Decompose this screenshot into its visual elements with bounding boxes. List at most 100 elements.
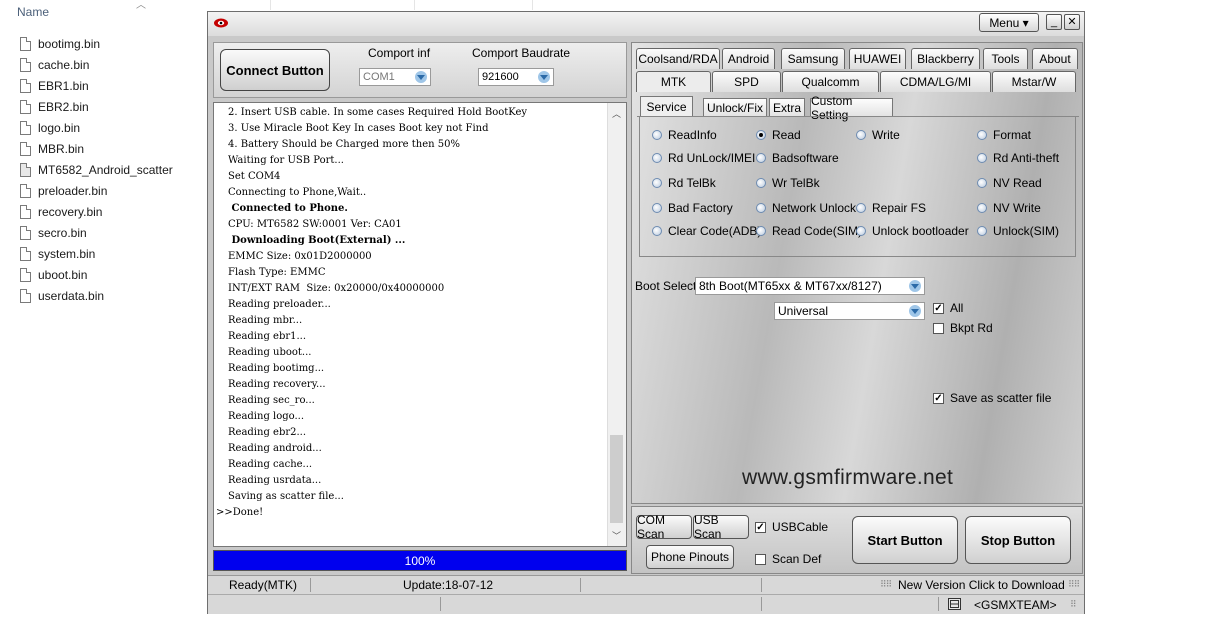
file-list-item[interactable]: EBR1.bin [20, 75, 173, 96]
column-name-header[interactable]: Name [17, 5, 49, 19]
option-label: ReadInfo [668, 128, 717, 142]
start-button[interactable]: Start Button [852, 516, 958, 564]
menu-button[interactable]: Menu ▾ [979, 13, 1039, 32]
save-as-scatter-checkbox[interactable]: ✓ Save as scatter file [933, 391, 1051, 405]
scroll-up-icon[interactable]: ︿ [612, 107, 621, 120]
file-name: secro.bin [38, 225, 87, 240]
dropdown-arrow-icon [909, 280, 921, 292]
column-divider[interactable] [532, 0, 533, 10]
option-rd-anti-theft[interactable]: Rd Anti-theft [977, 151, 1059, 165]
option-repair-fs[interactable]: Repair FS [856, 201, 926, 215]
tab-blackberry[interactable]: Blackberry [911, 48, 980, 69]
option-read-code-sim[interactable]: Read Code(SIM) [756, 224, 862, 238]
log-scrollbar[interactable]: ︿ ﹀ [607, 103, 626, 546]
log-line: Flash Type: EMMC [228, 267, 326, 278]
tab-qualcomm[interactable]: Qualcomm [782, 71, 879, 92]
option-read[interactable]: Read [756, 128, 801, 142]
subtab-unlock-fix[interactable]: Unlock/Fix [703, 98, 767, 116]
new-version-link[interactable]: New Version Click to Download [898, 578, 1065, 592]
subtab-service[interactable]: Service [640, 96, 693, 116]
option-label: Rd UnLock/IMEI [668, 151, 756, 165]
option-nv-write[interactable]: NV Write [977, 201, 1041, 215]
tab-about[interactable]: About [1032, 48, 1078, 69]
file-list-item[interactable]: MBR.bin [20, 138, 173, 159]
scan-def-checkbox[interactable]: Scan Def [755, 552, 821, 566]
scroll-down-icon[interactable]: ﹀ [612, 529, 621, 542]
all-checkbox[interactable]: ✓ All [933, 301, 963, 315]
option-readinfo[interactable]: ReadInfo [652, 128, 717, 142]
comport-select[interactable]: COM1 [359, 68, 431, 86]
option-rd-unlock-imei[interactable]: Rd UnLock/IMEI [652, 151, 755, 165]
option-unlock-bootloader[interactable]: Unlock bootloader [856, 224, 969, 238]
radio-button [756, 203, 766, 213]
radio-button [652, 153, 662, 163]
file-name: bootimg.bin [38, 36, 101, 51]
option-unlock-sim[interactable]: Unlock(SIM) [977, 224, 1059, 238]
file-list-item[interactable]: logo.bin [20, 117, 173, 138]
tab-huawei[interactable]: HUAWEI [849, 48, 906, 69]
stop-button[interactable]: Stop Button [965, 516, 1071, 564]
column-divider[interactable] [270, 0, 271, 10]
tab-spd[interactable]: SPD [712, 71, 781, 92]
tab-mtk[interactable]: MTK [636, 71, 711, 92]
file-list-item[interactable]: recovery.bin [20, 201, 173, 222]
boot-select[interactable]: 8th Boot(MT65xx & MT67xx/8127) [695, 277, 925, 295]
option-label: NV Read [993, 176, 1042, 190]
file-list-item[interactable]: system.bin [20, 243, 173, 264]
option-badsoftware[interactable]: Badsoftware [756, 151, 839, 165]
minimize-icon[interactable]: _ [1046, 14, 1062, 30]
file-list-item[interactable]: secro.bin [20, 222, 173, 243]
log-line: Reading bootimg... [228, 363, 325, 374]
file-icon [20, 267, 31, 282]
option-wr-telbk[interactable]: Wr TelBk [756, 176, 820, 190]
connect-button[interactable]: Connect Button [220, 49, 330, 91]
subtab-extra[interactable]: Extra [769, 98, 805, 116]
radio-button [652, 203, 662, 213]
file-list-item[interactable]: preloader.bin [20, 180, 173, 201]
file-list-item[interactable]: uboot.bin [20, 264, 173, 285]
radio-button [756, 226, 766, 236]
mode-select[interactable]: Universal [774, 302, 925, 320]
option-rd-telbk[interactable]: Rd TelBk [652, 176, 716, 190]
tab-mstar-w[interactable]: Mstar/W [992, 71, 1076, 92]
tab-android[interactable]: Android [722, 48, 775, 69]
tab-cdma-lg-mi[interactable]: CDMA/LG/MI [880, 71, 991, 92]
option-label: Write [872, 128, 900, 142]
option-format[interactable]: Format [977, 128, 1031, 142]
connection-panel: Connect Button Comport inf COM1 Comport … [213, 42, 627, 98]
log-line: 2. Insert USB cable. In some cases Requi… [228, 107, 528, 118]
option-label: Wr TelBk [772, 176, 820, 190]
option-network-unlock[interactable]: Network Unlock [756, 201, 856, 215]
close-icon[interactable]: ✕ [1064, 14, 1080, 30]
tab-tools[interactable]: Tools [983, 48, 1028, 69]
file-list-item[interactable]: cache.bin [20, 54, 173, 75]
subtab-custom-setting[interactable]: Custom Setting [810, 94, 893, 122]
file-list-item[interactable]: MT6582_Android_scatter [20, 159, 173, 180]
column-divider[interactable] [414, 0, 415, 10]
scroll-thumb[interactable] [610, 435, 623, 523]
option-nv-read[interactable]: NV Read [977, 176, 1042, 190]
title-bar[interactable]: Menu ▾ _ ✕ [208, 12, 1084, 36]
usb-cable-checkbox[interactable]: ✓ USBCable [755, 520, 828, 534]
file-list-item[interactable]: EBR2.bin [20, 96, 173, 117]
bkpt-rd-checkbox[interactable]: Bkpt Rd [933, 321, 993, 335]
resize-grip-icon[interactable]: ⠿ [1070, 599, 1077, 610]
log-output[interactable]: 2. Insert USB cable. In some cases Requi… [213, 102, 627, 547]
com-scan-button[interactable]: COM Scan [636, 513, 692, 541]
tab-samsung[interactable]: Samsung [781, 48, 845, 69]
option-write[interactable]: Write [856, 128, 900, 142]
usb-scan-button[interactable]: USB Scan [693, 513, 749, 541]
scan-def-label: Scan Def [772, 552, 822, 566]
tab-coolsand-rda[interactable]: Coolsand/RDA [636, 48, 720, 69]
option-clear-code-adb[interactable]: Clear Code(ADB) [652, 224, 761, 238]
option-label: Rd Anti-theft [993, 151, 1060, 165]
radio-button [977, 178, 987, 188]
option-bad-factory[interactable]: Bad Factory [652, 201, 733, 215]
file-name: cache.bin [38, 57, 90, 72]
phone-pinouts-button[interactable]: Phone Pinouts [646, 545, 734, 569]
save-as-scatter-label: Save as scatter file [950, 391, 1052, 405]
file-icon [20, 99, 31, 114]
file-list-item[interactable]: bootimg.bin [20, 33, 173, 54]
file-list-item[interactable]: userdata.bin [20, 285, 173, 306]
baudrate-select[interactable]: 921600 [478, 68, 554, 86]
